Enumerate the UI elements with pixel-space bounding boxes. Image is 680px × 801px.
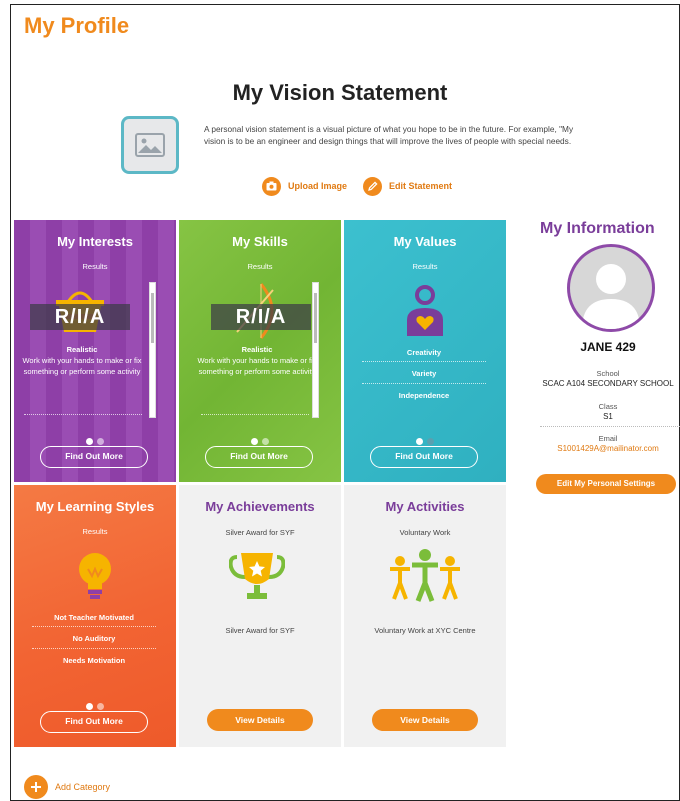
values-card: My Values Results Creativity Variety Ind… xyxy=(344,220,506,482)
skills-desc-text: Work with your hands to make or fix some… xyxy=(197,356,317,376)
activity-top: Voluntary Work xyxy=(399,528,451,537)
email-label: Email xyxy=(598,434,618,443)
trophy-icon xyxy=(229,553,285,599)
skills-description: Realistic Work with your hands to make o… xyxy=(195,344,319,377)
achievements-title: My Achievements xyxy=(205,499,315,514)
values-item: Creativity xyxy=(406,348,442,357)
user-name: JANE 429 xyxy=(580,340,636,354)
divider xyxy=(32,626,156,627)
values-item: Variety xyxy=(411,369,437,378)
class-value: S1 xyxy=(603,412,613,421)
interests-find-out-more-button[interactable]: Find Out More xyxy=(40,446,148,468)
divider xyxy=(32,648,156,649)
edit-personal-settings-button[interactable]: Edit My Personal Settings xyxy=(536,474,676,494)
divider xyxy=(362,361,486,362)
user-avatar-icon xyxy=(567,244,655,332)
activities-card: My Activities Voluntary Work Voluntary W… xyxy=(344,485,506,747)
school-value: SCAC A104 SECONDARY SCHOOL xyxy=(542,379,674,388)
person-heart-icon xyxy=(407,285,443,336)
activities-title: My Activities xyxy=(385,499,465,514)
learning-style-item: Needs Motivation xyxy=(62,656,126,665)
activity-bottom: Voluntary Work at XYC Centre xyxy=(374,626,476,635)
add-category-label: Add Category xyxy=(55,782,111,792)
divider xyxy=(540,426,680,427)
skills-title: My Skills xyxy=(232,234,288,249)
learning-find-out-more-button[interactable]: Find Out More xyxy=(40,711,148,733)
interests-code: R/I/A xyxy=(30,304,130,330)
upload-image-label: Upload Image xyxy=(288,181,348,191)
vision-title: My Vision Statement xyxy=(232,80,448,105)
learning-style-item: No Auditory xyxy=(72,634,116,643)
values-results-label: Results xyxy=(412,262,438,271)
add-category-button[interactable]: Add Category xyxy=(24,775,110,799)
plus-icon xyxy=(24,775,48,799)
info-title: My Information xyxy=(540,220,655,237)
achievement-top: Silver Award for SYF xyxy=(225,528,295,537)
achievements-card: My Achievements Silver Award for SYF Sil… xyxy=(179,485,341,747)
interests-description: Realistic Work with your hands to make o… xyxy=(20,344,144,377)
skills-card: My Skills Results R/I/A Realistic Work w… xyxy=(179,220,341,482)
skills-type: Realistic xyxy=(241,345,273,354)
divider xyxy=(201,414,309,415)
learning-results-label: Results xyxy=(82,527,108,536)
people-icon xyxy=(390,549,460,602)
divider xyxy=(24,414,142,415)
image-placeholder-icon xyxy=(135,133,165,157)
interests-results-label: Results xyxy=(82,262,108,271)
interests-card: My Interests Results R/I/A Realistic Wor… xyxy=(14,220,176,482)
skills-results-label: Results xyxy=(247,262,273,271)
activities-view-details-button[interactable]: View Details xyxy=(372,709,478,731)
learning-style-item: Not Teacher Motivated xyxy=(54,613,134,622)
skills-scrollbar[interactable] xyxy=(312,282,319,418)
lightbulb-icon xyxy=(79,553,111,599)
page-title: My Profile xyxy=(24,13,130,38)
interests-desc-text: Work with your hands to make or fix some… xyxy=(22,356,142,376)
edit-statement-label: Edit Statement xyxy=(389,181,453,191)
learning-styles-title: My Learning Styles xyxy=(35,499,155,514)
school-label: School xyxy=(596,369,620,378)
interests-scrollbar[interactable] xyxy=(149,282,156,418)
vision-description: A personal vision statement is a visual … xyxy=(204,124,574,146)
values-item: Independence xyxy=(398,391,450,400)
class-label: Class xyxy=(598,402,618,411)
values-title: My Values xyxy=(393,234,457,249)
skills-find-out-more-button[interactable]: Find Out More xyxy=(205,446,313,468)
interests-type: Realistic xyxy=(66,345,98,354)
learning-styles-card: My Learning Styles Results Not Teacher M… xyxy=(14,485,176,747)
achievements-view-details-button[interactable]: View Details xyxy=(207,709,313,731)
divider xyxy=(362,383,486,384)
pencil-icon xyxy=(363,176,382,196)
achievement-bottom: Silver Award for SYF xyxy=(225,626,295,635)
values-find-out-more-button[interactable]: Find Out More xyxy=(370,446,478,468)
camera-icon xyxy=(262,176,281,196)
upload-image-button[interactable]: Upload Image xyxy=(262,176,347,196)
email-value[interactable]: S1001429A@mailinator.com xyxy=(530,444,680,453)
edit-statement-button[interactable]: Edit Statement xyxy=(363,176,452,196)
interests-title: My Interests xyxy=(57,234,133,249)
vision-image-placeholder[interactable] xyxy=(121,116,179,174)
skills-code: R/I/A xyxy=(211,304,311,330)
